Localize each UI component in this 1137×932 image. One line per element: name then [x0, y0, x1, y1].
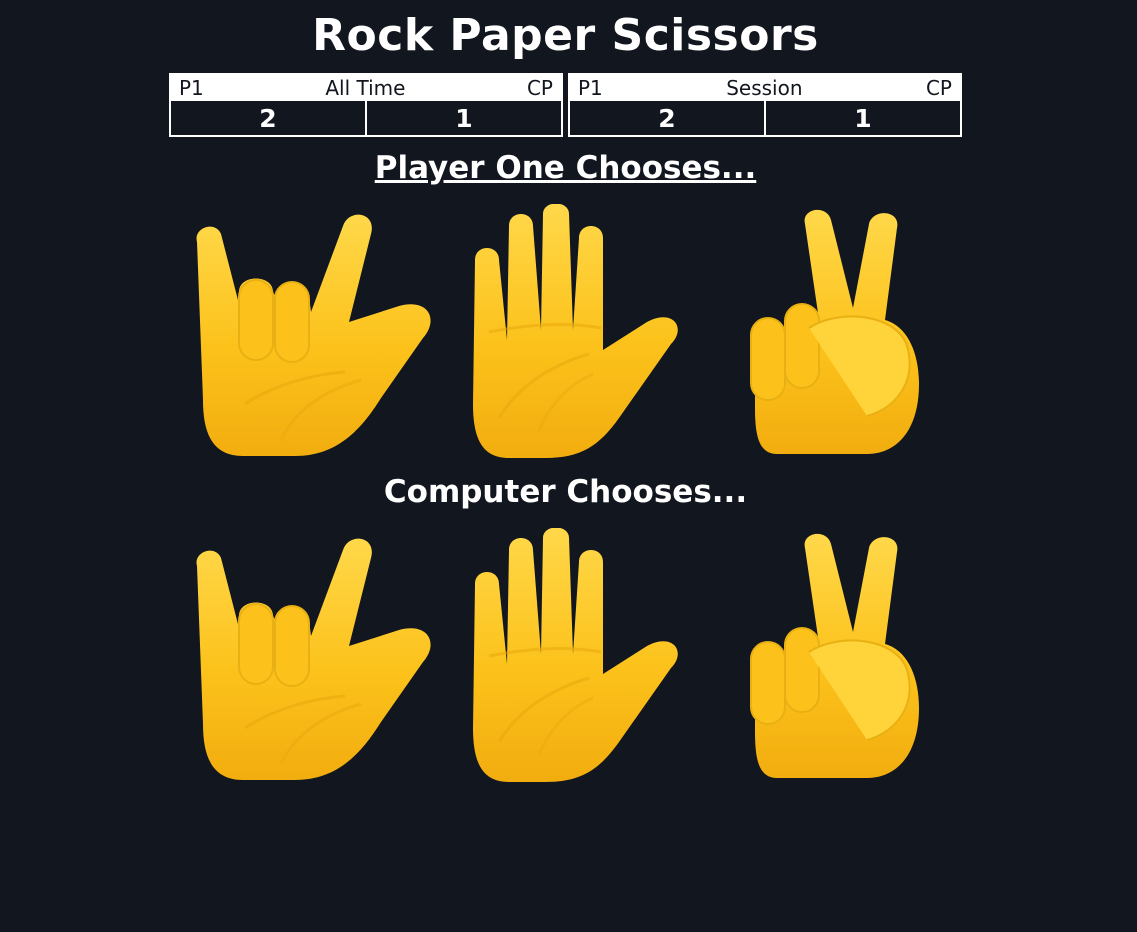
p1-label: P1 [578, 76, 603, 100]
rock-hand-icon [196, 538, 431, 780]
cp-label: CP [925, 76, 952, 100]
cp-score: 1 [764, 101, 960, 135]
raised-hand-icon [473, 528, 678, 782]
victory-hand-icon [750, 533, 919, 778]
cp-score: 1 [365, 101, 561, 135]
player-scissors-button[interactable] [747, 204, 919, 458]
p1-score: 2 [658, 103, 676, 133]
player-choose-heading: Player One Chooses... [374, 150, 757, 186]
scoreboard-values: 2 1 [570, 101, 960, 135]
computer-scissors-choice [747, 528, 919, 782]
computer-choices [185, 528, 925, 782]
player-paper-button[interactable] [469, 204, 689, 458]
victory-hand-icon [750, 209, 919, 454]
scoreboard-values: 2 1 [171, 101, 561, 135]
scoreboard-header: P1 Session CP [570, 75, 960, 101]
p1-score: 2 [259, 103, 277, 133]
rock-hand-icon [196, 214, 431, 456]
scoreboard-title: Session [726, 76, 803, 100]
all-time-scoreboard: P1 All Time CP 2 1 [169, 73, 563, 137]
computer-paper-choice [469, 528, 689, 782]
session-scoreboard: P1 Session CP 2 1 [568, 73, 962, 137]
cp-label: CP [526, 76, 553, 100]
player-choices [185, 204, 925, 458]
raised-hand-icon [473, 204, 678, 458]
player-rock-button[interactable] [185, 204, 440, 458]
scoreboard-header: P1 All Time CP [171, 75, 561, 101]
computer-rock-choice [185, 528, 440, 782]
computer-choose-heading: Computer Chooses... [383, 474, 748, 510]
p1-label: P1 [179, 76, 204, 100]
scoreboard-title: All Time [325, 76, 406, 100]
page-title: Rock Paper Scissors [312, 10, 819, 61]
